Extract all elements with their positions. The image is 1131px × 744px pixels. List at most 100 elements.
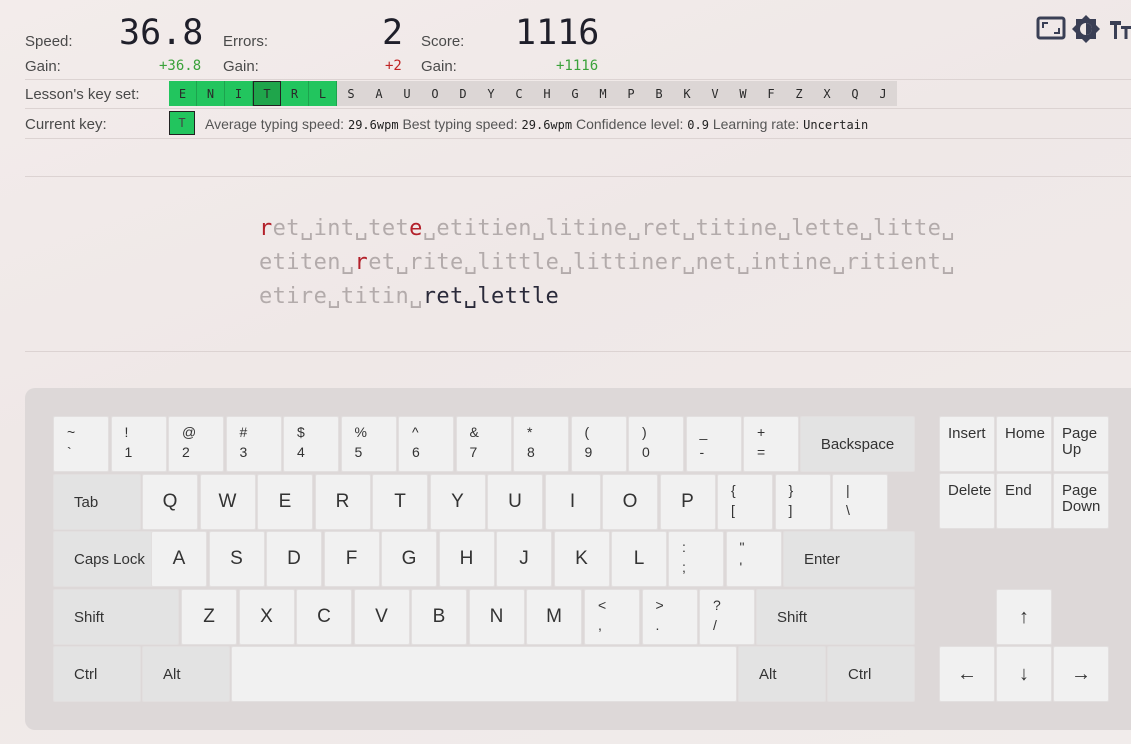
font-size-icon[interactable] bbox=[1108, 16, 1131, 47]
keyset-key-j: J bbox=[869, 81, 897, 106]
key-p[interactable]: P bbox=[659, 474, 716, 530]
key-g[interactable]: G bbox=[381, 531, 437, 587]
score-label: Score: bbox=[421, 33, 465, 50]
key-delete[interactable]: Delete bbox=[939, 473, 995, 529]
key-l[interactable]: L bbox=[611, 531, 667, 587]
key-i[interactable]: I bbox=[544, 474, 601, 530]
keyset-key-z: Z bbox=[785, 81, 813, 106]
key-6[interactable]: ^ 6 bbox=[398, 416, 454, 472]
key-b[interactable]: B bbox=[411, 589, 467, 645]
key-4[interactable]: $4 bbox=[283, 416, 339, 472]
key-sym[interactable]: }] bbox=[774, 474, 831, 530]
key--[interactable]: _ - bbox=[685, 416, 742, 472]
speed-gain: +36.8 bbox=[159, 58, 202, 74]
key-y[interactable]: Y bbox=[429, 474, 486, 530]
key-2[interactable]: @2 bbox=[168, 416, 224, 472]
key-n[interactable]: N bbox=[468, 589, 525, 645]
key-t[interactable]: T bbox=[372, 474, 428, 530]
keyset-key-c: C bbox=[505, 81, 533, 106]
virtual-keyboard: ~ `! 1 @2 #3 $4% 5 ^ 6 & 7 * 8(9) 0 _ - + = Backspace Tab Q W… bbox=[25, 388, 1131, 730]
key-home[interactable]: Home bbox=[996, 416, 1052, 472]
key-shift-left[interactable]: Shift bbox=[53, 589, 179, 645]
learning-rate-label: Learning rate: bbox=[712, 116, 800, 132]
key-x[interactable]: X bbox=[238, 589, 295, 645]
learning-rate-value: Uncertain bbox=[803, 118, 869, 132]
key-alt-right[interactable]: Alt bbox=[738, 646, 826, 702]
key-c[interactable]: C bbox=[296, 589, 352, 645]
key-v[interactable]: V bbox=[353, 589, 410, 645]
key-3[interactable]: #3 bbox=[225, 416, 282, 472]
key-space[interactable] bbox=[231, 646, 737, 702]
key-=[interactable]: + = bbox=[743, 416, 799, 472]
key-sym[interactable]: {[ bbox=[717, 474, 773, 530]
key-d[interactable]: D bbox=[266, 531, 322, 587]
speed-label: Speed: bbox=[25, 33, 73, 50]
key-0[interactable]: ) 0 bbox=[628, 416, 684, 472]
key-h[interactable]: H bbox=[438, 531, 495, 587]
key-8[interactable]: * 8 bbox=[513, 416, 569, 472]
text-segment: r bbox=[259, 216, 273, 241]
theme-icon[interactable] bbox=[1071, 14, 1101, 49]
key-enter[interactable]: Enter bbox=[783, 531, 915, 587]
fullscreen-icon[interactable] bbox=[1036, 14, 1066, 47]
key-r[interactable]: R bbox=[314, 474, 371, 530]
arrow-down-key[interactable]: ↓ bbox=[996, 646, 1052, 702]
key-f[interactable]: F bbox=[323, 531, 380, 587]
key-backspace[interactable]: Backspace bbox=[800, 416, 915, 472]
key-1[interactable]: ! 1 bbox=[110, 416, 167, 472]
arrow-up-key[interactable]: ↑ bbox=[996, 589, 1052, 645]
avg-speed-value: 29.6wpm bbox=[347, 118, 399, 132]
keyset-key-b: B bbox=[645, 81, 673, 106]
key-end[interactable]: End bbox=[996, 473, 1052, 529]
key-w[interactable]: W bbox=[199, 474, 256, 530]
key-k[interactable]: K bbox=[553, 531, 610, 587]
key-sym[interactable]: >. bbox=[641, 589, 698, 645]
keyset-key-v: V bbox=[701, 81, 729, 106]
key-u[interactable]: U bbox=[487, 474, 543, 530]
key-a[interactable]: A bbox=[151, 531, 207, 587]
key-5[interactable]: % 5 bbox=[340, 416, 397, 472]
key-sym[interactable]: | \ bbox=[832, 474, 888, 530]
keyset-key-y: Y bbox=[477, 81, 505, 106]
arrow-left-key[interactable]: ← bbox=[939, 646, 995, 702]
key-`[interactable]: ~ ` bbox=[53, 416, 109, 472]
key-9[interactable]: (9 bbox=[570, 416, 627, 472]
key-s[interactable]: S bbox=[208, 531, 265, 587]
key-tab[interactable]: Tab bbox=[53, 474, 141, 530]
errors-label: Errors: bbox=[223, 33, 268, 50]
key-ctrl-left[interactable]: Ctrl bbox=[53, 646, 141, 702]
keyset-key-w: W bbox=[729, 81, 757, 106]
key-j[interactable]: J bbox=[496, 531, 552, 587]
key-page-down[interactable]: Page Down bbox=[1053, 473, 1109, 529]
arrow-right-key[interactable]: → bbox=[1053, 646, 1109, 702]
errors-gain-label: Gain: bbox=[223, 58, 259, 75]
key-e[interactable]: E bbox=[257, 474, 313, 530]
score-gain-label: Gain: bbox=[421, 58, 457, 75]
keyset-key-o: O bbox=[421, 81, 449, 106]
errors-gain: +2 bbox=[385, 58, 402, 74]
key-insert[interactable]: Insert bbox=[939, 416, 995, 472]
key-sym[interactable]: <, bbox=[584, 589, 640, 645]
keyset-key-h: H bbox=[533, 81, 561, 106]
key-alt-left[interactable]: Alt bbox=[142, 646, 230, 702]
key-shift-right[interactable]: Shift bbox=[756, 589, 915, 645]
key-page-up[interactable]: Page Up bbox=[1053, 416, 1109, 472]
key-ctrl-right[interactable]: Ctrl bbox=[827, 646, 915, 702]
key-sym[interactable]: :; bbox=[668, 531, 724, 587]
text-segment: ret␣lettle bbox=[422, 284, 560, 309]
keyset-key-k: K bbox=[673, 81, 701, 106]
avg-speed-label: Average typing speed: bbox=[205, 116, 345, 132]
keyset-key-u: U bbox=[393, 81, 421, 106]
key-sym[interactable]: ? / bbox=[699, 589, 755, 645]
text-line-3: etire␣titin␣ret␣lettle bbox=[259, 284, 559, 309]
key-q[interactable]: Q bbox=[142, 474, 198, 530]
metrics-line: Average typing speed: 29.6wpm Best typin… bbox=[205, 116, 868, 132]
key-sym[interactable]: " ' bbox=[725, 531, 782, 587]
key-7[interactable]: & 7 bbox=[455, 416, 512, 472]
key-z[interactable]: Z bbox=[181, 589, 237, 645]
keyset-key-d: D bbox=[449, 81, 477, 106]
text-line-2: etiten␣ret␣rite␣little␣littiner␣net␣inti… bbox=[259, 250, 955, 275]
key-m[interactable]: M bbox=[526, 589, 582, 645]
key-o[interactable]: O bbox=[602, 474, 658, 530]
best-speed-value: 29.6wpm bbox=[521, 118, 573, 132]
